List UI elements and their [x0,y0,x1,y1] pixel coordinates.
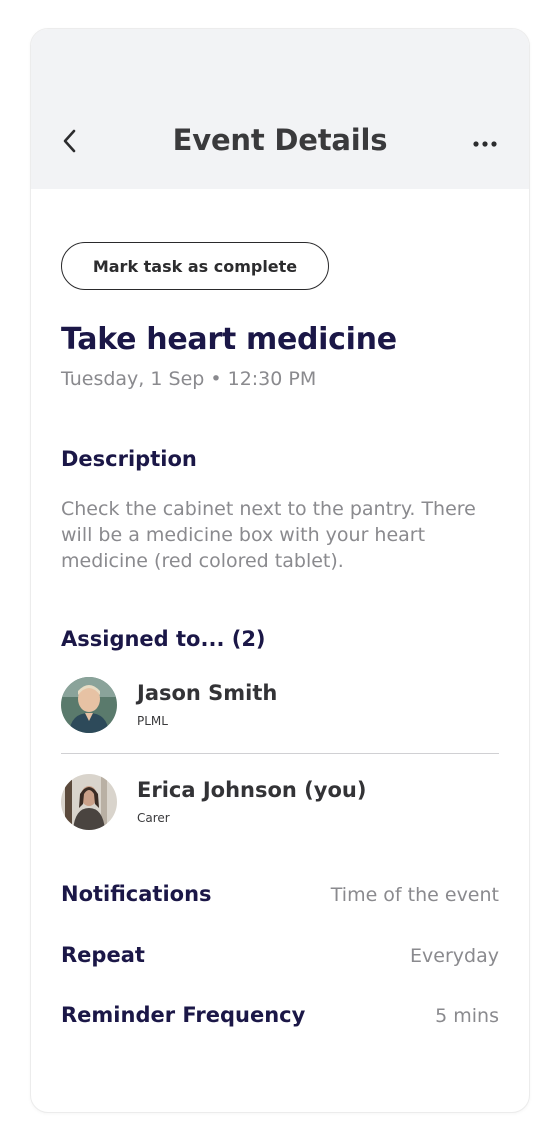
task-datetime: Tuesday, 1 Sep • 12:30 PM [61,368,317,390]
event-details-card: Event Details Mark task as complete Take… [30,28,530,1113]
assignee-role: Carer [137,811,170,825]
assignee-name: Erica Johnson (you) [137,778,367,802]
assignee-role: PLML [137,714,168,728]
setting-row-repeat[interactable]: Repeat Everyday [61,943,499,973]
setting-row-reminder-frequency[interactable]: Reminder Frequency 5 mins [61,1003,499,1033]
assigned-heading: Assigned to... (2) [61,627,266,651]
description-heading: Description [61,447,197,471]
description-text: Check the cabinet next to the pantry. Th… [61,498,476,572]
avatar [61,774,117,830]
task-title: Take heart medicine [61,322,397,357]
more-horizontal-icon [473,141,497,147]
setting-value: Time of the event [330,884,499,906]
assignee-divider [61,753,499,754]
header-bar: Event Details [31,29,529,189]
setting-value: 5 mins [435,1005,499,1027]
page-title: Event Details [172,123,388,157]
setting-label: Notifications [61,882,212,906]
more-options-button[interactable] [471,135,499,147]
setting-label: Reminder Frequency [61,1003,306,1027]
setting-value: Everyday [410,945,499,967]
assignee-item[interactable]: Erica Johnson (you) Carer [61,774,499,834]
assignee-name: Jason Smith [137,681,278,705]
assignee-item[interactable]: Jason Smith PLML [61,677,499,737]
mark-complete-button[interactable]: Mark task as complete [61,242,329,290]
setting-row-notifications[interactable]: Notifications Time of the event [61,882,499,912]
avatar [61,677,117,733]
setting-label: Repeat [61,943,145,967]
